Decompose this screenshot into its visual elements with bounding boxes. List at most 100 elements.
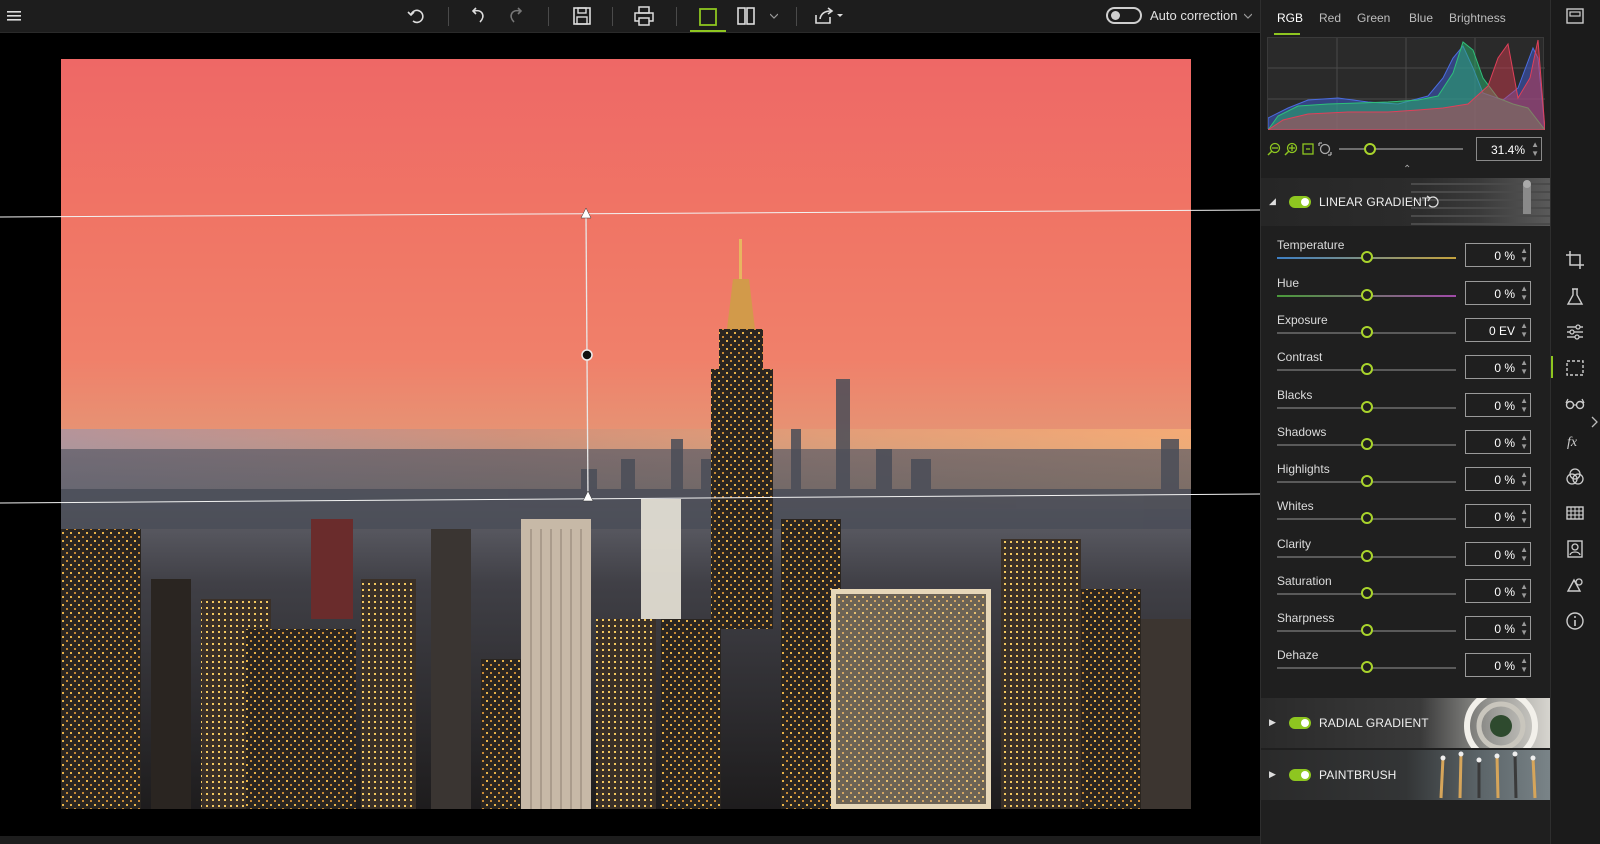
glasses-icon[interactable] bbox=[1565, 394, 1585, 414]
auto-correction-toggle[interactable] bbox=[1106, 7, 1142, 24]
undo-icon[interactable] bbox=[466, 3, 490, 29]
fx-icon[interactable]: fx bbox=[1565, 431, 1585, 451]
value-field[interactable]: 0 % ▲ ▼ bbox=[1465, 355, 1531, 379]
reset-icon[interactable] bbox=[1426, 195, 1440, 209]
slider-knob[interactable] bbox=[1361, 289, 1373, 301]
redo-icon[interactable] bbox=[504, 3, 528, 29]
linear-gradient-toggle[interactable] bbox=[1289, 196, 1311, 208]
collapse-histogram-icon[interactable]: ⌃ bbox=[1403, 164, 1411, 175]
flask-icon[interactable] bbox=[1565, 287, 1585, 307]
spin-up-icon[interactable]: ▲ bbox=[1520, 434, 1528, 442]
expand-arrow-icon[interactable]: ▶ bbox=[1269, 717, 1276, 728]
spin-down-icon[interactable]: ▼ bbox=[1520, 368, 1528, 376]
selection-icon[interactable] bbox=[1565, 358, 1585, 378]
radial-gradient-toggle[interactable] bbox=[1289, 717, 1311, 729]
spin-up-icon[interactable]: ▲ bbox=[1520, 397, 1528, 405]
value-field[interactable]: 0 EV ▲ ▼ bbox=[1465, 318, 1531, 342]
actual-size-icon[interactable] bbox=[1318, 142, 1332, 156]
chevron-down-icon[interactable] bbox=[768, 3, 780, 29]
tab-rgb[interactable]: RGB bbox=[1277, 11, 1303, 25]
slider-knob[interactable] bbox=[1361, 326, 1373, 338]
panel-toggle-icon[interactable] bbox=[1565, 6, 1585, 26]
collapse-arrow-icon[interactable]: ◢ bbox=[1269, 196, 1276, 207]
zoom-value-field[interactable]: 31.4% ▲ ▼ bbox=[1476, 137, 1542, 161]
spin-up-icon[interactable]: ▲ bbox=[1520, 359, 1528, 367]
tab-green[interactable]: Green bbox=[1357, 11, 1390, 25]
spin-up-icon[interactable]: ▲ bbox=[1520, 620, 1528, 628]
tab-red[interactable]: Red bbox=[1319, 11, 1341, 25]
tab-brightness[interactable]: Brightness bbox=[1449, 11, 1506, 25]
value-field[interactable]: 0 % ▲ ▼ bbox=[1465, 579, 1531, 603]
spin-up-icon[interactable]: ▲ bbox=[1520, 247, 1528, 255]
spin-down-icon[interactable]: ▼ bbox=[1520, 592, 1528, 600]
radial-gradient-header[interactable]: ▶ RADIAL GRADIENT bbox=[1261, 698, 1551, 748]
value-field[interactable]: 0 % ▲ ▼ bbox=[1465, 393, 1531, 417]
spin-down-icon[interactable]: ▼ bbox=[1531, 150, 1539, 158]
slider-knob[interactable] bbox=[1361, 363, 1373, 375]
value-field[interactable]: 0 % ▲ ▼ bbox=[1465, 504, 1531, 528]
chevron-right-icon[interactable] bbox=[1591, 416, 1599, 428]
slider-knob[interactable] bbox=[1361, 624, 1373, 636]
spin-up-icon[interactable]: ▲ bbox=[1520, 583, 1528, 591]
slider-knob[interactable] bbox=[1361, 401, 1373, 413]
color-circles-icon[interactable] bbox=[1565, 467, 1585, 487]
save-icon[interactable] bbox=[570, 3, 594, 29]
shapes-icon[interactable] bbox=[1565, 575, 1585, 595]
spin-down-icon[interactable]: ▼ bbox=[1520, 406, 1528, 414]
spin-up-icon[interactable]: ▲ bbox=[1520, 657, 1528, 665]
value-field[interactable]: 0 % ▲ ▼ bbox=[1465, 467, 1531, 491]
value-field[interactable]: 0 % ▲ ▼ bbox=[1465, 653, 1531, 677]
zoom-slider-track[interactable] bbox=[1339, 148, 1463, 150]
spin-down-icon[interactable]: ▼ bbox=[1520, 331, 1528, 339]
value-field[interactable]: 0 % ▲ ▼ bbox=[1465, 243, 1531, 267]
slider-knob[interactable] bbox=[1361, 512, 1373, 524]
value-field[interactable]: 0 % ▲ ▼ bbox=[1465, 542, 1531, 566]
spin-down-icon[interactable]: ▼ bbox=[1520, 517, 1528, 525]
value-field[interactable]: 0 % ▲ ▼ bbox=[1465, 430, 1531, 454]
paintbrush-toggle[interactable] bbox=[1289, 769, 1311, 781]
value-field[interactable]: 0 % ▲ ▼ bbox=[1465, 616, 1531, 640]
spin-down-icon[interactable]: ▼ bbox=[1520, 666, 1528, 674]
spin-down-icon[interactable]: ▼ bbox=[1520, 629, 1528, 637]
portrait-icon[interactable] bbox=[1565, 539, 1585, 559]
spin-down-icon[interactable]: ▼ bbox=[1520, 480, 1528, 488]
spin-down-icon[interactable]: ▼ bbox=[1520, 443, 1528, 451]
spin-down-icon[interactable]: ▼ bbox=[1520, 555, 1528, 563]
spin-up-icon[interactable]: ▲ bbox=[1520, 471, 1528, 479]
spin-down-icon[interactable]: ▼ bbox=[1520, 294, 1528, 302]
chevron-down-icon[interactable] bbox=[1242, 3, 1254, 29]
spin-up-icon[interactable]: ▲ bbox=[1520, 285, 1528, 293]
single-view-icon[interactable] bbox=[690, 3, 726, 32]
slider-knob[interactable] bbox=[1361, 475, 1373, 487]
slider-knob[interactable] bbox=[1361, 251, 1373, 263]
share-icon[interactable] bbox=[812, 3, 846, 29]
slider-knob[interactable] bbox=[1361, 661, 1373, 673]
value-field[interactable]: 0 % ▲ ▼ bbox=[1465, 281, 1531, 305]
adjustments-icon[interactable] bbox=[1565, 322, 1585, 342]
menu-icon[interactable] bbox=[4, 3, 24, 29]
spin-up-icon[interactable]: ▲ bbox=[1520, 322, 1528, 330]
undo-history-icon[interactable] bbox=[404, 3, 428, 29]
tab-blue[interactable]: Blue bbox=[1409, 11, 1433, 25]
grid-icon[interactable] bbox=[1565, 503, 1585, 523]
spin-up-icon[interactable]: ▲ bbox=[1520, 546, 1528, 554]
spin-up-icon[interactable]: ▲ bbox=[1531, 141, 1539, 149]
spin-up-icon[interactable]: ▲ bbox=[1520, 508, 1528, 516]
split-view-icon[interactable] bbox=[734, 3, 758, 29]
linear-gradient-guides[interactable] bbox=[0, 33, 1260, 844]
slider-knob[interactable] bbox=[1361, 550, 1373, 562]
spin-down-icon[interactable]: ▼ bbox=[1520, 256, 1528, 264]
zoom-out-icon[interactable] bbox=[1267, 142, 1281, 156]
linear-gradient-header[interactable]: ◢ LINEAR GRADIENT bbox=[1261, 178, 1551, 226]
zoom-in-icon[interactable] bbox=[1284, 142, 1298, 156]
print-icon[interactable] bbox=[632, 3, 656, 29]
image-canvas[interactable] bbox=[0, 33, 1260, 844]
slider-knob[interactable] bbox=[1361, 587, 1373, 599]
paintbrush-header[interactable]: ▶ PAINTBRUSH bbox=[1261, 750, 1551, 800]
slider-knob[interactable] bbox=[1361, 438, 1373, 450]
fit-icon[interactable] bbox=[1301, 142, 1315, 156]
crop-icon[interactable] bbox=[1565, 250, 1585, 270]
expand-arrow-icon[interactable]: ▶ bbox=[1269, 769, 1276, 780]
info-icon[interactable] bbox=[1565, 611, 1585, 631]
zoom-slider-knob[interactable] bbox=[1364, 143, 1376, 155]
